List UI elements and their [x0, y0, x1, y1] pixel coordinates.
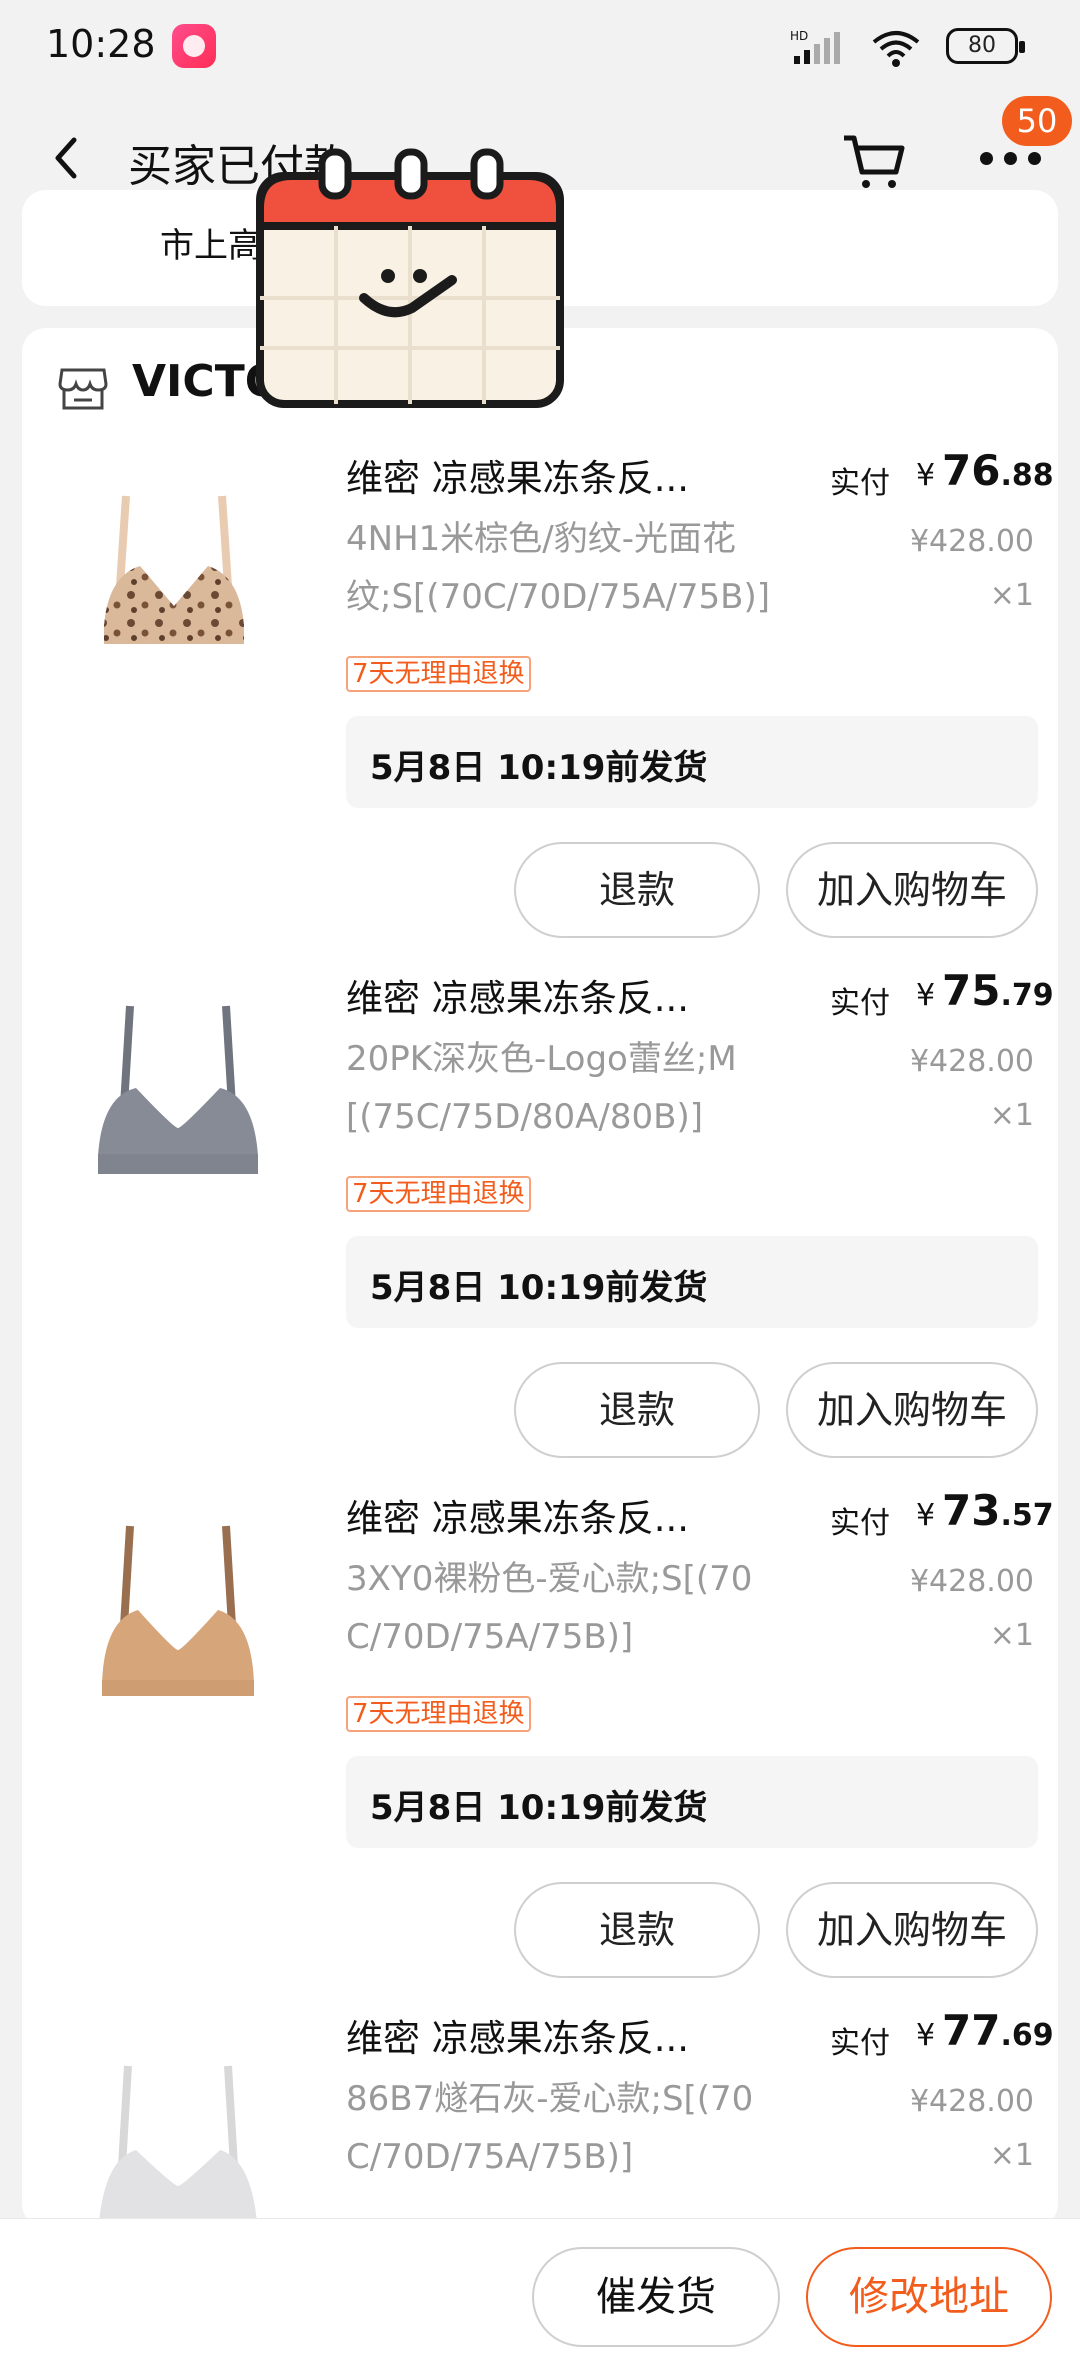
urge-shipping-button[interactable]: 催发货 [532, 2247, 780, 2347]
price-label: 实付 [830, 986, 890, 1021]
product-image[interactable] [68, 476, 288, 676]
bottom-action-bar: 催发货 修改地址 [0, 2218, 1080, 2377]
product-title[interactable]: 维密 凉感果冻条反... [346, 968, 766, 1022]
quantity: ×1 [989, 2138, 1034, 2173]
price-int: 75 [942, 966, 1001, 1015]
product-title[interactable]: 维密 凉感果冻条反... [346, 448, 766, 502]
price-currency: ¥ [916, 1498, 936, 1533]
product-title[interactable]: 维密 凉感果冻条反... [346, 1488, 766, 1542]
signal-hd-label: HD [790, 29, 808, 43]
product-spec-line: [(75C/75D/80A/80B)] [346, 1097, 703, 1137]
product-spec: 3XY0裸粉色-爱心款;S[(70 C/70D/75A/75B)] [346, 1550, 806, 1666]
product-spec-line: 3XY0裸粉色-爱心款;S[(70 [346, 1559, 753, 1599]
product-title[interactable]: 维密 凉感果冻条反... [346, 2008, 766, 2062]
price-value: 76.88 [942, 446, 1054, 495]
calendar-sticker-icon[interactable] [256, 148, 566, 410]
price-dec: .57 [1000, 1498, 1054, 1533]
wifi-icon [872, 31, 920, 67]
refund-button[interactable]: 退款 [514, 1882, 760, 1978]
refund-button[interactable]: 退款 [514, 842, 760, 938]
price-value: 73.57 [942, 1486, 1054, 1535]
shipping-info: 5月8日 10:19前发货 [346, 1236, 1038, 1328]
shipping-info: 5月8日 10:19前发货 [346, 716, 1038, 808]
music-app-icon [172, 24, 216, 68]
return-policy-tag: 7天无理由退换 [346, 1696, 531, 1732]
address-text: 市上高 [160, 226, 262, 266]
quantity: ×1 [989, 578, 1034, 613]
add-to-cart-button[interactable]: 加入购物车 [786, 1882, 1038, 1978]
product-image[interactable] [68, 1516, 288, 1716]
signal-icon: HD [790, 29, 840, 64]
add-to-cart-button[interactable]: 加入购物车 [786, 1362, 1038, 1458]
price-int: 77 [942, 2006, 1001, 2055]
product-spec: 86B7燧石灰-爱心款;S[(70 C/70D/75A/75B)] [346, 2070, 806, 2186]
price-int: 76 [942, 446, 1001, 495]
more-dot [1004, 152, 1017, 165]
cart-icon[interactable] [838, 126, 908, 196]
price-int: 73 [942, 1486, 1001, 1535]
product-spec-line: C/70D/75A/75B)] [346, 1617, 634, 1657]
return-policy-tag: 7天无理由退换 [346, 656, 531, 692]
quantity: ×1 [989, 1618, 1034, 1653]
add-to-cart-button[interactable]: 加入购物车 [786, 842, 1038, 938]
price-label: 实付 [830, 2026, 890, 2061]
battery-indicator: 80 [946, 28, 1025, 64]
product-image[interactable] [68, 996, 288, 1196]
price-currency: ¥ [916, 2018, 936, 2053]
store-card: VICTO 维密 凉感果冻条反... 4NH1米棕色/豹纹-光面花 纹;S[(7… [22, 328, 1058, 2228]
more-dot [1028, 152, 1041, 165]
price-value: 77.69 [942, 2006, 1054, 2055]
price-label: 实付 [830, 1506, 890, 1541]
more-dot [980, 152, 993, 165]
notification-badge[interactable]: 50 [1002, 96, 1072, 146]
product-spec-line: 20PK深灰色-Logo蕾丝;M [346, 1039, 737, 1079]
quantity: ×1 [989, 1098, 1034, 1133]
product-spec-line: 纹;S[(70C/70D/75A/75B)] [346, 577, 771, 617]
modify-address-button[interactable]: 修改地址 [806, 2247, 1052, 2347]
refund-button[interactable]: 退款 [514, 1362, 760, 1458]
product-spec: 20PK深灰色-Logo蕾丝;M [(75C/75D/80A/80B)] [346, 1030, 806, 1146]
price-label: 实付 [830, 466, 890, 501]
original-price: ¥428.00 [909, 1044, 1034, 1079]
shipping-text: 5月8日 10:19前发货 [370, 1788, 708, 1828]
order-item[interactable]: 维密 凉感果冻条反... 3XY0裸粉色-爱心款;S[(70 C/70D/75A… [22, 1486, 1058, 2006]
order-item[interactable]: 维密 凉感果冻条反... 20PK深灰色-Logo蕾丝;M [(75C/75D/… [22, 966, 1058, 1486]
status-bar: 10:28 HD 80 [0, 0, 1080, 100]
price-dec: .79 [1000, 978, 1054, 1013]
shipping-text: 5月8日 10:19前发货 [370, 1268, 708, 1308]
price-currency: ¥ [916, 978, 936, 1013]
price-currency: ¥ [916, 458, 936, 493]
order-item[interactable]: 维密 凉感果冻条反... 4NH1米棕色/豹纹-光面花 纹;S[(70C/70D… [22, 446, 1058, 966]
price-dec: .69 [1000, 2018, 1054, 2053]
back-icon[interactable] [40, 128, 92, 188]
original-price: ¥428.00 [909, 524, 1034, 559]
status-time: 10:28 [46, 22, 156, 66]
price-dec: .88 [1000, 458, 1054, 493]
product-spec-line: 86B7燧石灰-爱心款;S[(70 [346, 2079, 754, 2119]
order-item[interactable]: 维密 凉感果冻条反... 86B7燧石灰-爱心款;S[(70 C/70D/75A… [22, 2006, 1058, 2226]
shipping-info: 5月8日 10:19前发货 [346, 1756, 1038, 1848]
product-spec-line: C/70D/75A/75B)] [346, 2137, 634, 2177]
original-price: ¥428.00 [909, 2084, 1034, 2119]
product-spec-line: 4NH1米棕色/豹纹-光面花 [346, 519, 736, 559]
shipping-text: 5月8日 10:19前发货 [370, 748, 708, 788]
original-price: ¥428.00 [909, 1564, 1034, 1599]
return-policy-tag: 7天无理由退换 [346, 1176, 531, 1212]
price-value: 75.79 [942, 966, 1054, 1015]
store-icon [58, 368, 108, 410]
product-spec: 4NH1米棕色/豹纹-光面花 纹;S[(70C/70D/75A/75B)] [346, 510, 806, 626]
product-image[interactable] [68, 2036, 288, 2226]
